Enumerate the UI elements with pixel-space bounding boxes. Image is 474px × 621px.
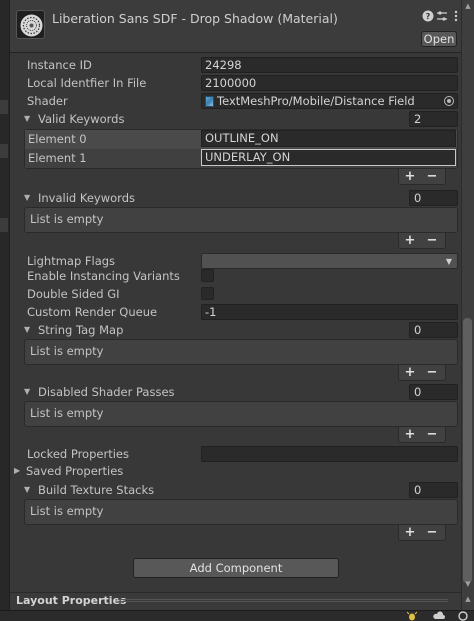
invalid-keywords-add-remove: + −	[398, 233, 446, 249]
shader-object-field[interactable]: TextMeshPro/Mobile/Distance Field	[201, 93, 458, 109]
invalid-keywords-empty-text: List is empty	[30, 212, 104, 226]
shader-value: TextMeshPro/Mobile/Distance Field	[217, 94, 415, 108]
foldout-expanded-icon: ▼	[24, 485, 31, 494]
string-tag-map-size-field[interactable]: 0	[409, 322, 458, 338]
shader-asset-icon	[205, 96, 214, 107]
scroll-up-icon[interactable]: ▲	[464, 2, 472, 10]
saved-properties-foldout[interactable]: ▶ Saved Properties	[14, 463, 123, 479]
lightmap-flags-label: Lightmap Flags	[27, 254, 116, 268]
svg-text:?: ?	[425, 12, 430, 21]
invalid-keywords-size-field[interactable]: 0	[409, 190, 458, 206]
valid-keywords-size-field[interactable]: 2	[409, 111, 458, 127]
disabled-shader-passes-size-field[interactable]: 0	[409, 384, 458, 400]
add-element-button[interactable]: +	[399, 169, 421, 184]
locked-properties-field[interactable]	[201, 446, 458, 462]
add-component-button[interactable]: Add Component	[133, 558, 339, 578]
foldout-expanded-icon: ▼	[24, 193, 31, 202]
dock-tab-marker	[0, 218, 8, 232]
element-1-field[interactable]: UNDERLAY_ON	[201, 149, 456, 166]
render-queue-field[interactable]: -1	[201, 304, 458, 320]
shader-label: Shader	[27, 94, 68, 108]
resize-grip-icon[interactable]	[118, 599, 448, 602]
bug-icon[interactable]	[406, 611, 418, 621]
dock-tab-marker	[0, 100, 8, 114]
build-texture-stacks-size-field[interactable]: 0	[409, 482, 458, 498]
invalid-keywords-foldout[interactable]: ▼ Invalid Keywords	[24, 190, 135, 206]
string-tag-map-foldout[interactable]: ▼ String Tag Map	[24, 322, 123, 338]
help-icon[interactable]: ?	[421, 10, 434, 23]
chevron-down-icon: ▼	[445, 257, 452, 266]
element-0-label: Element 0	[28, 132, 87, 146]
instance-id-field[interactable]: 24298	[201, 57, 458, 73]
add-element-button[interactable]: +	[399, 233, 421, 248]
remove-element-button[interactable]: −	[421, 525, 443, 540]
valid-keywords-add-remove: + −	[398, 169, 446, 185]
foldout-expanded-icon: ▼	[24, 387, 31, 396]
enable-instancing-checkbox[interactable]	[201, 269, 214, 282]
disabled-shader-passes-add-remove: + −	[398, 427, 446, 443]
invalid-keywords-label: Invalid Keywords	[38, 191, 135, 205]
disabled-shader-passes-empty-text: List is empty	[30, 406, 104, 420]
double-sided-gi-checkbox[interactable]	[201, 287, 214, 300]
status-bar	[0, 610, 474, 621]
valid-keywords-foldout[interactable]: ▼ Valid Keywords	[24, 111, 124, 127]
remove-element-button[interactable]: −	[421, 427, 443, 442]
add-element-button[interactable]: +	[399, 427, 421, 442]
open-button[interactable]: Open	[421, 31, 457, 47]
lightmap-flags-dropdown[interactable]: ▼	[201, 253, 458, 269]
build-texture-stacks-label: Build Texture Stacks	[38, 483, 155, 497]
expand-layout-icon[interactable]: ▲	[464, 595, 472, 603]
collab-icon[interactable]	[458, 611, 468, 621]
add-element-button[interactable]: +	[399, 525, 421, 540]
element-0-field[interactable]: OUTLINE_ON	[201, 130, 456, 147]
left-dock-strip	[0, 0, 10, 610]
foldout-expanded-icon: ▼	[24, 114, 31, 123]
local-identifier-label: Local Identfier In File	[27, 76, 147, 90]
disabled-shader-passes-label: Disabled Shader Passes	[38, 385, 175, 399]
string-tag-map-add-remove: + −	[398, 365, 446, 381]
element-1-label: Element 1	[28, 151, 87, 165]
cloud-icon[interactable]	[433, 611, 445, 621]
remove-element-button[interactable]: −	[421, 169, 443, 184]
render-queue-label: Custom Render Queue	[27, 305, 158, 319]
scrollbar-thumb[interactable]	[463, 318, 472, 583]
build-texture-stacks-add-remove: + −	[398, 525, 446, 541]
valid-keywords-label: Valid Keywords	[38, 112, 125, 126]
material-preview-icon	[16, 10, 45, 39]
saved-properties-label: Saved Properties	[26, 464, 124, 478]
build-texture-stacks-foldout[interactable]: ▼ Build Texture Stacks	[24, 482, 154, 498]
foldout-collapsed-icon: ▶	[14, 466, 21, 475]
string-tag-map-empty-text: List is empty	[30, 344, 104, 358]
presets-icon[interactable]	[435, 10, 448, 23]
local-identifier-field[interactable]: 2100000	[201, 75, 458, 91]
layout-properties-label: Layout Properties	[16, 594, 127, 607]
scroll-down-icon[interactable]: ▼	[464, 580, 472, 588]
disabled-shader-passes-foldout[interactable]: ▼ Disabled Shader Passes	[24, 384, 175, 400]
enable-instancing-label: Enable Instancing Variants	[27, 269, 180, 283]
add-element-button[interactable]: +	[399, 365, 421, 380]
remove-element-button[interactable]: −	[421, 233, 443, 248]
instance-id-label: Instance ID	[27, 58, 92, 72]
remove-element-button[interactable]: −	[421, 365, 443, 380]
double-sided-gi-label: Double Sided GI	[27, 287, 120, 301]
inspector-title: Liberation Sans SDF - Drop Shadow (Mater…	[52, 11, 338, 26]
foldout-expanded-icon: ▼	[24, 325, 31, 334]
string-tag-map-label: String Tag Map	[38, 323, 124, 337]
locked-properties-label: Locked Properties	[27, 447, 129, 461]
build-texture-stacks-empty-text: List is empty	[30, 504, 104, 518]
inspector-header	[10, 0, 461, 53]
dock-tab-marker	[0, 144, 8, 158]
object-picker-icon[interactable]	[444, 96, 454, 106]
